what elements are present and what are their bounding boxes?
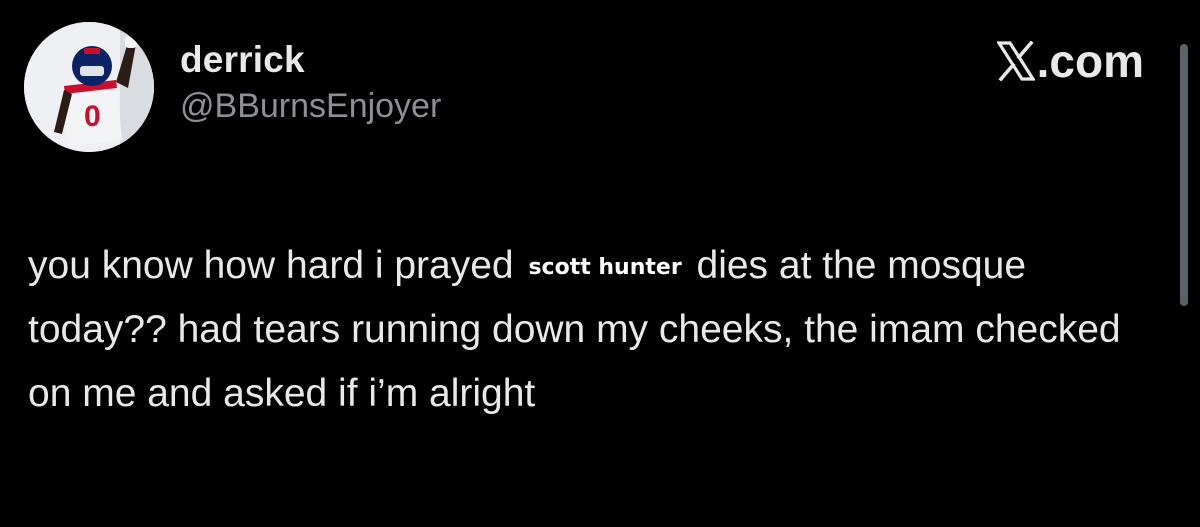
x-logo-icon bbox=[996, 41, 1035, 81]
brand-watermark: .com bbox=[996, 34, 1144, 88]
redaction-label: scott hunter bbox=[524, 253, 686, 283]
brand-domain-label: .com bbox=[1036, 35, 1144, 87]
user-info: derrick @BBurnsEnjoyer bbox=[180, 38, 441, 128]
tweet-text-part-1: you know how hard i prayed bbox=[28, 244, 525, 287]
avatar[interactable]: 0 bbox=[24, 22, 154, 152]
tweet-text: you know how hard i prayed scott hunter … bbox=[28, 234, 1158, 426]
user-handle[interactable]: @BBurnsEnjoyer bbox=[180, 84, 441, 128]
avatar-photo-icon: 0 bbox=[24, 22, 154, 152]
svg-text:0: 0 bbox=[84, 100, 101, 133]
tweet-card: 0 derrick @BBurnsEnjoyer .com you know h… bbox=[0, 0, 1200, 527]
display-name[interactable]: derrick bbox=[180, 38, 441, 82]
scrollbar[interactable] bbox=[1180, 44, 1188, 306]
